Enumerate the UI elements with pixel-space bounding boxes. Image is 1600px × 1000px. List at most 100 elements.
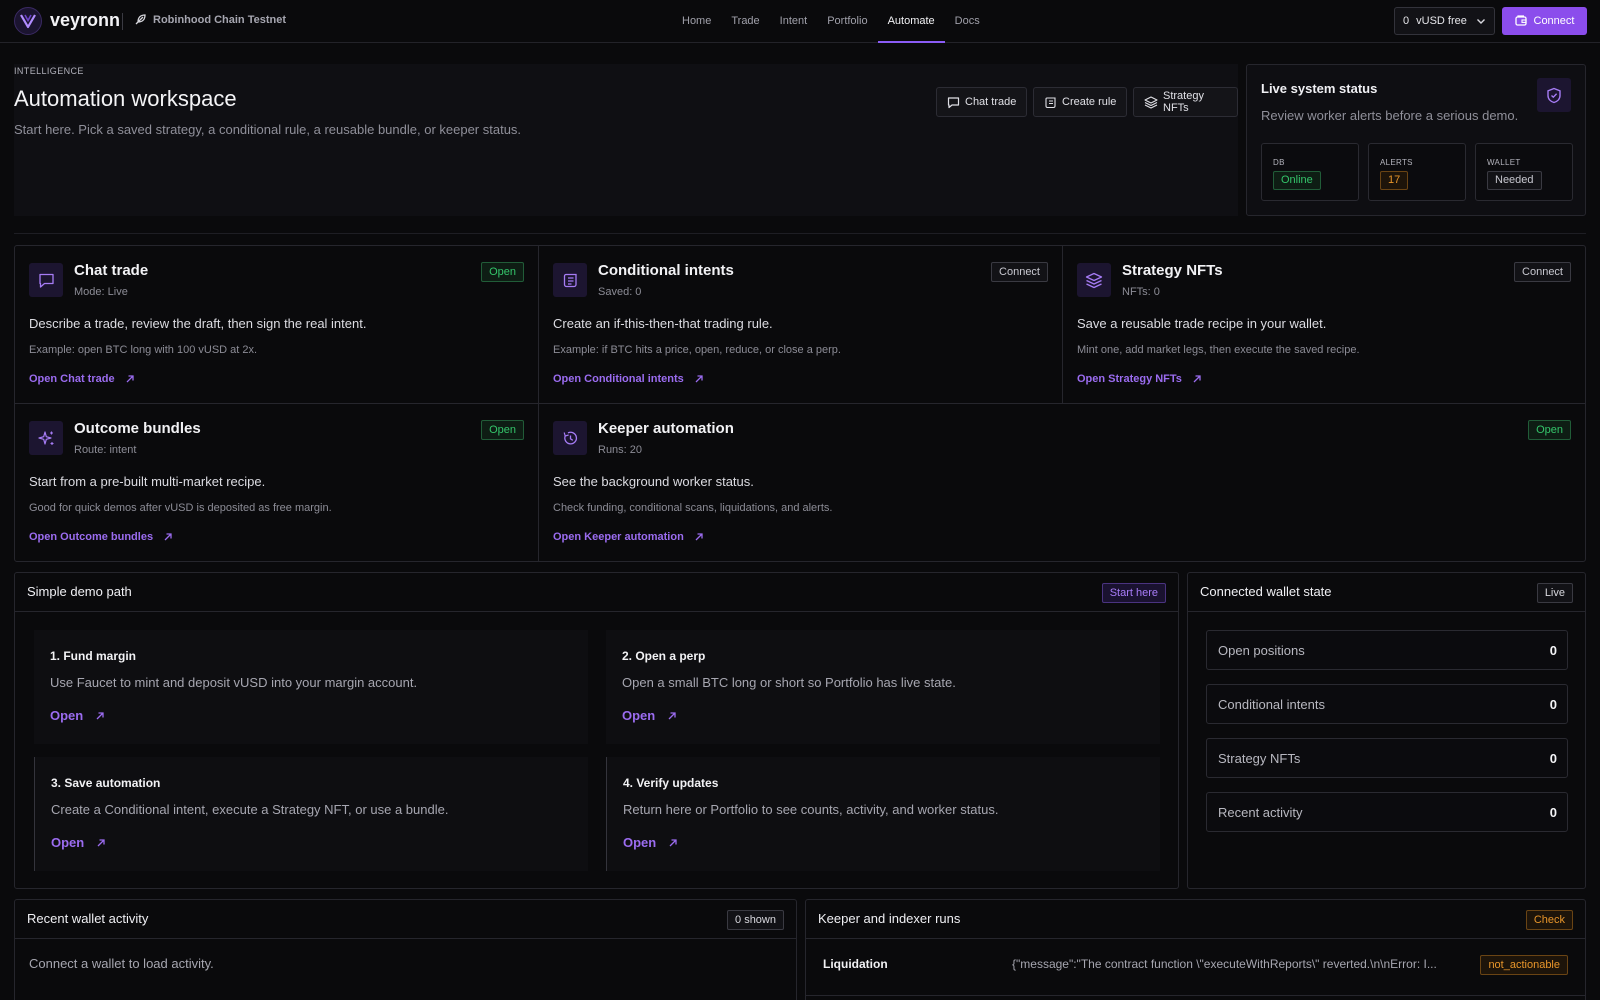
connect-label: Connect bbox=[1533, 15, 1575, 27]
shield-icon bbox=[1537, 78, 1571, 112]
sparkles-icon bbox=[29, 421, 63, 455]
network-indicator: Robinhood Chain Testnet bbox=[134, 13, 286, 26]
nav-portfolio[interactable]: Portfolio bbox=[817, 0, 877, 43]
connected-wallet-state-panel: Connected wallet state Live Open positio… bbox=[1187, 572, 1586, 889]
balance-unit: vUSD free bbox=[1416, 15, 1467, 27]
nav-intent[interactable]: Intent bbox=[770, 0, 818, 43]
wallet-row-value: 0 bbox=[1549, 697, 1557, 712]
scroll-icon bbox=[553, 263, 587, 297]
recent-wallet-activity-panel: Recent wallet activity 0 shown Connect a… bbox=[14, 899, 797, 1000]
hero-section: INTELLIGENCE Automation workspace Start … bbox=[14, 64, 1238, 216]
brand-name[interactable]: veyronn bbox=[50, 10, 120, 31]
link-label: Open Chat trade bbox=[29, 373, 115, 385]
step-4-open-link[interactable]: Open bbox=[623, 835, 678, 850]
layers-icon bbox=[1144, 95, 1158, 109]
strategy-nfts-button[interactable]: Strategy NFTs bbox=[1133, 87, 1238, 117]
demo-step-4: 4. Verify updates Return here or Portfol… bbox=[606, 757, 1160, 871]
open-chat-trade-link[interactable]: Open Chat trade bbox=[29, 373, 135, 385]
panel-title: Keeper and indexer runs bbox=[818, 911, 961, 926]
wallet-row-label: Strategy NFTs bbox=[1218, 751, 1301, 766]
stat-alerts-label: ALERTS bbox=[1380, 158, 1413, 167]
brand-divider bbox=[122, 13, 123, 30]
page-title: Automation workspace bbox=[14, 86, 237, 111]
step-1-open-link[interactable]: Open bbox=[50, 708, 105, 723]
create-rule-button[interactable]: Create rule bbox=[1033, 87, 1128, 117]
status-title: Live system status bbox=[1261, 81, 1378, 96]
brand-logo-icon[interactable] bbox=[14, 7, 42, 35]
feature-example: Example: if BTC hits a price, open, redu… bbox=[553, 344, 841, 356]
wallet-row-label: Conditional intents bbox=[1218, 697, 1325, 712]
step-3-open-link[interactable]: Open bbox=[51, 835, 106, 850]
stat-db-value: Online bbox=[1273, 171, 1321, 190]
feature-title: Outcome bundles bbox=[74, 420, 201, 437]
create-rule-label: Create rule bbox=[1062, 96, 1117, 108]
main-nav: Home Trade Intent Portfolio Automate Doc… bbox=[672, 0, 990, 43]
live-badge: Live bbox=[1536, 583, 1573, 603]
stat-db-label: DB bbox=[1273, 158, 1285, 167]
wallet-row-conditional-intents: Conditional intents 0 bbox=[1206, 684, 1568, 724]
wallet-row-label: Open positions bbox=[1218, 643, 1305, 658]
nav-automate[interactable]: Automate bbox=[877, 0, 945, 43]
feature-meta: NFTs: 0 bbox=[1122, 286, 1160, 298]
layers-icon bbox=[1077, 263, 1111, 297]
stat-wallet: WALLET Needed bbox=[1475, 143, 1573, 201]
panel-header: Keeper and indexer runs Check bbox=[806, 900, 1585, 939]
feature-title: Strategy NFTs bbox=[1122, 262, 1223, 279]
simple-demo-path-panel: Simple demo path Start here 1. Fund marg… bbox=[14, 572, 1179, 889]
balance-amount: 0 bbox=[1403, 15, 1410, 27]
panel-header: Connected wallet state Live bbox=[1188, 573, 1585, 612]
live-system-status-card: Live system status Review worker alerts … bbox=[1246, 64, 1586, 216]
step-description: Open a small BTC long or short so Portfo… bbox=[622, 675, 956, 690]
step-title: 4. Verify updates bbox=[623, 776, 719, 790]
feature-example: Example: open BTC long with 100 vUSD at … bbox=[29, 344, 258, 356]
arrow-up-right-icon bbox=[1192, 374, 1202, 384]
wallet-row-value: 0 bbox=[1549, 751, 1557, 766]
feature-title: Chat trade bbox=[74, 262, 149, 279]
feature-card-keeper-automation: Keeper automation Runs: 20 Open See the … bbox=[539, 404, 1585, 561]
step-title: 2. Open a perp bbox=[622, 649, 706, 663]
step-2-open-link[interactable]: Open bbox=[622, 708, 677, 723]
balance-selector[interactable]: 0 vUSD free bbox=[1394, 7, 1495, 35]
wallet-row-open-positions: Open positions 0 bbox=[1206, 630, 1568, 670]
feature-example: Check funding, conditional scans, liquid… bbox=[553, 502, 833, 514]
panel-title: Simple demo path bbox=[27, 584, 132, 599]
panel-title: Recent wallet activity bbox=[27, 911, 149, 926]
feature-status-badge: Connect bbox=[991, 262, 1048, 282]
link-label: Open bbox=[623, 835, 657, 850]
feature-status-badge: Open bbox=[481, 420, 524, 440]
open-keeper-automation-link[interactable]: Open Keeper automation bbox=[553, 531, 704, 543]
feature-status-badge: Open bbox=[481, 262, 524, 282]
connect-wallet-button[interactable]: Connect bbox=[1502, 7, 1587, 35]
open-conditional-intents-link[interactable]: Open Conditional intents bbox=[553, 373, 704, 385]
timer-icon bbox=[553, 421, 587, 455]
arrow-up-right-icon bbox=[96, 838, 106, 848]
stat-wallet-value: Needed bbox=[1487, 171, 1542, 190]
chat-trade-button[interactable]: Chat trade bbox=[936, 87, 1028, 117]
wallet-row-recent-activity: Recent activity 0 bbox=[1206, 792, 1568, 832]
step-description: Use Faucet to mint and deposit vUSD into… bbox=[50, 675, 418, 690]
stat-db: DB Online bbox=[1261, 143, 1359, 201]
chevron-down-icon bbox=[1476, 16, 1486, 26]
link-label: Open Outcome bundles bbox=[29, 531, 154, 543]
wallet-row-label: Recent activity bbox=[1218, 805, 1303, 820]
section-eyebrow: INTELLIGENCE bbox=[14, 66, 84, 76]
nav-trade[interactable]: Trade bbox=[721, 0, 769, 43]
nav-home[interactable]: Home bbox=[672, 0, 721, 43]
open-strategy-nfts-link[interactable]: Open Strategy NFTs bbox=[1077, 373, 1202, 385]
step-title: 3. Save automation bbox=[51, 776, 161, 790]
open-outcome-bundles-link[interactable]: Open Outcome bundles bbox=[29, 531, 173, 543]
panel-title: Connected wallet state bbox=[1200, 584, 1332, 599]
activity-count-badge: 0 shown bbox=[727, 910, 784, 930]
link-label: Open Strategy NFTs bbox=[1077, 373, 1182, 385]
feature-meta: Runs: 20 bbox=[598, 444, 643, 456]
feature-description: See the background worker status. bbox=[553, 474, 754, 489]
link-label: Open bbox=[622, 708, 656, 723]
link-label: Open Conditional intents bbox=[553, 373, 684, 385]
nav-docs[interactable]: Docs bbox=[945, 0, 990, 43]
feature-description: Create an if-this-then-that trading rule… bbox=[553, 316, 773, 331]
feature-status-badge: Connect bbox=[1514, 262, 1571, 282]
strategy-nfts-label: Strategy NFTs bbox=[1163, 90, 1204, 114]
page-subtitle: Start here. Pick a saved strategy, a con… bbox=[14, 122, 522, 137]
top-navigation-bar: veyronn Robinhood Chain Testnet Home Tra… bbox=[0, 0, 1600, 43]
arrow-up-right-icon bbox=[694, 532, 704, 542]
